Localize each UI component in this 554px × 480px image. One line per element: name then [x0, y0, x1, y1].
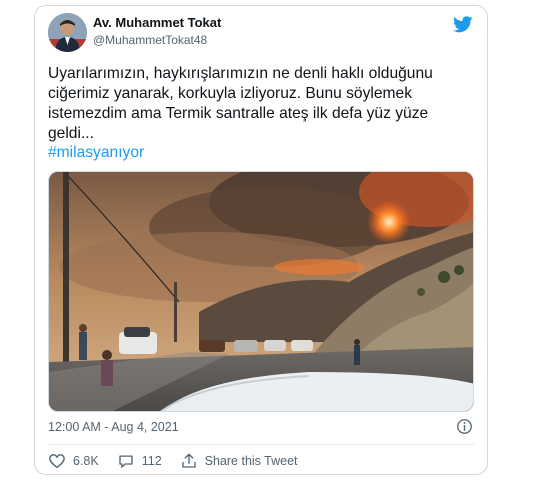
reply-count: 112	[141, 454, 162, 468]
author-display-name[interactable]: Av. Muhammet Tokat	[93, 15, 221, 30]
tweet-actions: 6.8K 112 Share this Tweet	[48, 452, 316, 470]
like-count: 6.8K	[73, 454, 99, 468]
hashtag-link[interactable]: #milasyanıyor	[48, 144, 144, 162]
tweet-card: Av. Muhammet Tokat @MuhammetTokat48 Uyar…	[34, 5, 488, 475]
tweet-text: Uyarılarımızın, haykırışlarımızın ne den…	[48, 65, 433, 142]
wildfire-video-frame	[49, 172, 473, 411]
reply-button[interactable]: 112	[117, 452, 162, 470]
avatar[interactable]	[48, 13, 87, 52]
share-icon	[181, 453, 196, 468]
reply-icon	[119, 455, 133, 468]
tweet-timestamp[interactable]: 12:00 AM - Aug 4, 2021	[48, 420, 179, 434]
divider	[48, 444, 474, 445]
info-icon[interactable]	[456, 418, 473, 435]
like-button[interactable]: 6.8K	[48, 452, 99, 470]
share-button[interactable]: Share this Tweet	[180, 452, 298, 470]
author-handle[interactable]: @MuhammetTokat48	[93, 33, 207, 47]
heart-icon	[49, 454, 65, 469]
twitter-bird-icon[interactable]	[453, 16, 473, 33]
tweet-media-video[interactable]	[48, 171, 474, 412]
avatar-image	[48, 13, 87, 52]
share-label: Share this Tweet	[204, 454, 298, 468]
